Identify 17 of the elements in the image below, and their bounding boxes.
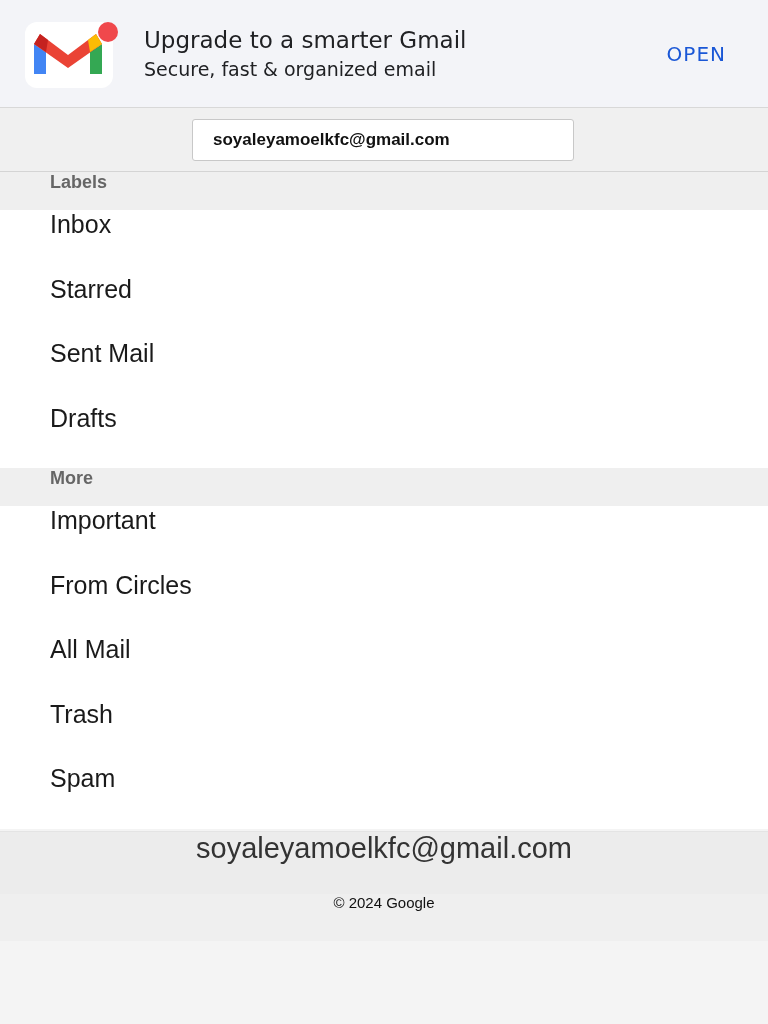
label-item[interactable]: All Mail xyxy=(0,635,768,700)
account-selector[interactable]: soyaleyamoelkfc@gmail.com xyxy=(192,118,574,161)
label-item[interactable]: Inbox xyxy=(0,210,768,275)
label-item[interactable]: Drafts xyxy=(0,403,768,468)
banner-title: Upgrade to a smarter Gmail xyxy=(144,25,468,55)
copyright-text: © 2024 Google xyxy=(0,893,768,941)
section-heading: Labels xyxy=(0,172,768,210)
banner-subtitle: Secure, fast & organized email xyxy=(144,56,438,82)
label-item[interactable]: Important xyxy=(0,506,768,571)
label-item[interactable]: Starred xyxy=(0,274,768,339)
open-button[interactable]: OPEN xyxy=(648,35,744,72)
label-item[interactable]: Spam xyxy=(0,764,768,829)
footer-account: soyaleyamoelkfc@gmail.com xyxy=(0,830,768,894)
section-heading: More xyxy=(0,468,768,506)
label-item[interactable]: From Circles xyxy=(0,570,768,635)
label-item[interactable]: Sent Mail xyxy=(0,339,768,404)
label-item[interactable]: Trash xyxy=(0,699,768,764)
